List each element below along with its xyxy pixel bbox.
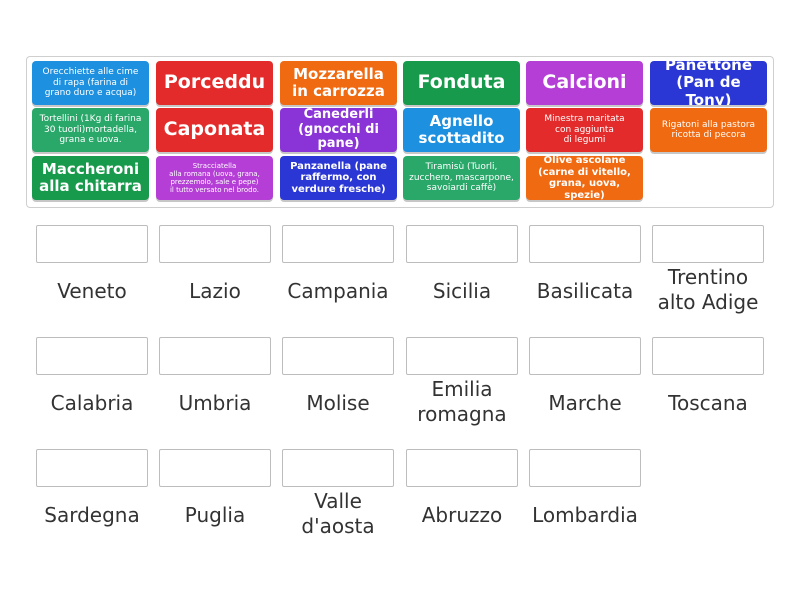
drop-zone-veneto[interactable] xyxy=(36,225,148,263)
drop-zone-basilicata[interactable] xyxy=(529,225,641,263)
region-label: Toscana xyxy=(668,391,748,415)
drop-zone-puglia[interactable] xyxy=(159,449,271,487)
region-label: Puglia xyxy=(184,503,246,527)
region-label: Trentino alto Adige xyxy=(657,265,759,314)
region-label: Abruzzo xyxy=(421,503,503,527)
drop-zone-trentino[interactable] xyxy=(652,225,764,263)
region-label: Campania xyxy=(287,279,389,303)
card-tiramisu[interactable]: Tiramisù (Tuorli, zucchero, mascarpone, … xyxy=(403,156,520,200)
card-panzanella[interactable]: Panzanella (pane raffermo, con verdure f… xyxy=(280,156,397,200)
drop-zone-sardegna[interactable] xyxy=(36,449,148,487)
drop-zone-campania[interactable] xyxy=(282,225,394,263)
region-label: Valle d'aosta xyxy=(301,489,375,538)
region-label: Molise xyxy=(306,391,370,415)
region-label: Marche xyxy=(548,391,622,415)
drop-zone-umbria[interactable] xyxy=(159,337,271,375)
card-maccheroni[interactable]: Maccheroni alla chitarra xyxy=(32,156,149,200)
drop-zone-lazio[interactable] xyxy=(159,225,271,263)
drop-zone-molise[interactable] xyxy=(282,337,394,375)
card-olive-ascolane[interactable]: Olive ascolane (carne di vitello, grana,… xyxy=(526,156,643,200)
drop-zone-abruzzo[interactable] xyxy=(406,449,518,487)
region-label: Basilicata xyxy=(536,279,634,303)
card-caponata[interactable]: Caponata xyxy=(156,108,273,152)
card-orecchiette[interactable]: Orecchiette alle cime di rapa (farina di… xyxy=(32,61,149,105)
card-agnello[interactable]: Agnello scottadito xyxy=(403,108,520,152)
drop-zone-valle-daosta[interactable] xyxy=(282,449,394,487)
card-stracciatella[interactable]: Stracciatella alla romana (uova, grana, … xyxy=(156,156,273,200)
drop-zone-toscana[interactable] xyxy=(652,337,764,375)
region-label: Lombardia xyxy=(532,503,638,527)
card-mozzarella[interactable]: Mozzarella in carrozza xyxy=(280,61,397,105)
card-canederli[interactable]: Canederli (gnocchi di pane) xyxy=(280,108,397,152)
card-rigatoni[interactable]: Rigatoni alla pastora ricotta di pecora xyxy=(650,108,767,152)
drop-zone-calabria[interactable] xyxy=(36,337,148,375)
card-fonduta[interactable]: Fonduta xyxy=(403,61,520,105)
region-label: Calabria xyxy=(50,391,134,415)
region-label: Umbria xyxy=(178,391,252,415)
card-minestra[interactable]: Minestra maritata con aggiunta di legumi xyxy=(526,108,643,152)
card-tortellini[interactable]: Tortellini (1Kg di farina 30 tuorli)mort… xyxy=(32,108,149,152)
card-porceddu[interactable]: Porceddu xyxy=(156,61,273,105)
card-calcioni[interactable]: Calcioni xyxy=(526,61,643,105)
drop-zone-lombardia[interactable] xyxy=(529,449,641,487)
region-label: Sardegna xyxy=(44,503,140,527)
region-label: Lazio xyxy=(189,279,241,303)
card-panettone[interactable]: Panettone (Pan de Tony) xyxy=(650,61,767,105)
drop-zone-sicilia[interactable] xyxy=(406,225,518,263)
region-label: Emilia romagna xyxy=(417,377,507,426)
drop-zone-marche[interactable] xyxy=(529,337,641,375)
region-label: Sicilia xyxy=(432,279,492,303)
drop-zone-emilia-romagna[interactable] xyxy=(406,337,518,375)
region-label: Veneto xyxy=(57,279,127,303)
